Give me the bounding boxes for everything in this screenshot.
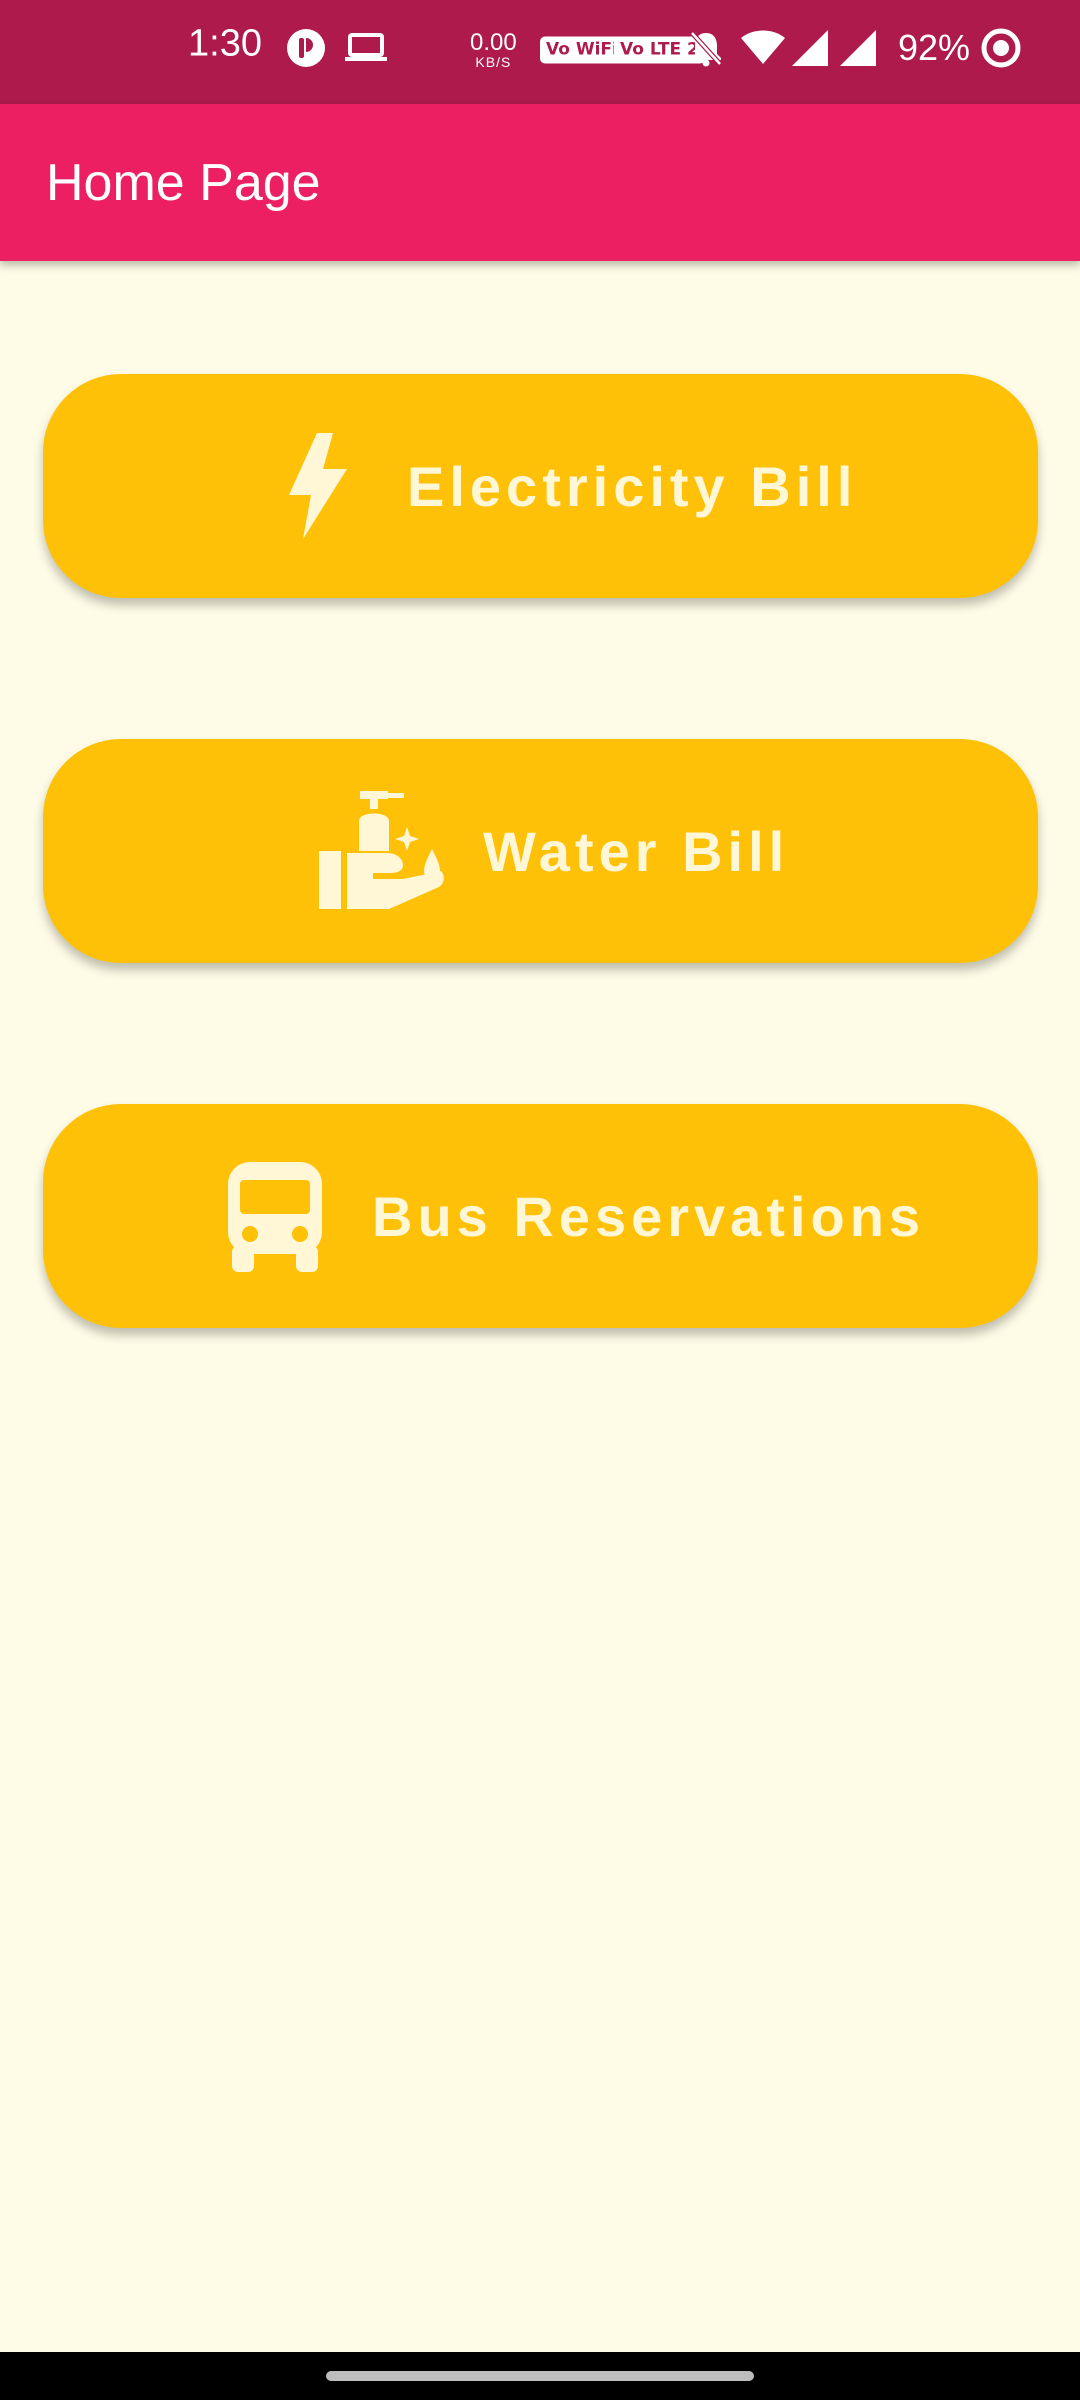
laptop-icon (344, 31, 388, 65)
water-bill-label: Water Bill (483, 819, 790, 883)
gesture-handle[interactable] (326, 2371, 754, 2381)
signal-icon (790, 28, 830, 68)
network-speed-unit: KB/S (475, 54, 512, 70)
status-time: 1:30 (188, 22, 262, 65)
wifi-icon (740, 30, 786, 66)
battery-percentage: 92% (898, 27, 971, 68)
status-bar: 1:30 0.00 KB/S Vo WiFi 1 Vo LTE 2 92% (0, 0, 1080, 104)
hand-soap-icon (319, 791, 447, 911)
signal-icon (838, 28, 878, 68)
bus-icon (226, 1160, 324, 1272)
electricity-bill-label: Electricity Bill (407, 454, 858, 518)
page-title: Home Page (46, 154, 321, 212)
lightning-bolt-icon (289, 433, 347, 539)
network-speed: 0.00 KB/S (470, 29, 517, 70)
electricity-bill-button[interactable]: Electricity Bill (43, 374, 1038, 598)
app-bar: Home Page (0, 104, 1080, 261)
network-speed-value: 0.00 (470, 29, 517, 56)
bus-reservations-button[interactable]: Bus Reservations (43, 1104, 1038, 1328)
navigation-bar (0, 2352, 1080, 2400)
battery-ring-icon (980, 27, 1022, 69)
app-notification-icon (286, 28, 326, 68)
water-bill-button[interactable]: Water Bill (43, 739, 1038, 963)
bus-reservations-label: Bus Reservations (372, 1184, 926, 1248)
bell-off-icon (688, 29, 724, 67)
